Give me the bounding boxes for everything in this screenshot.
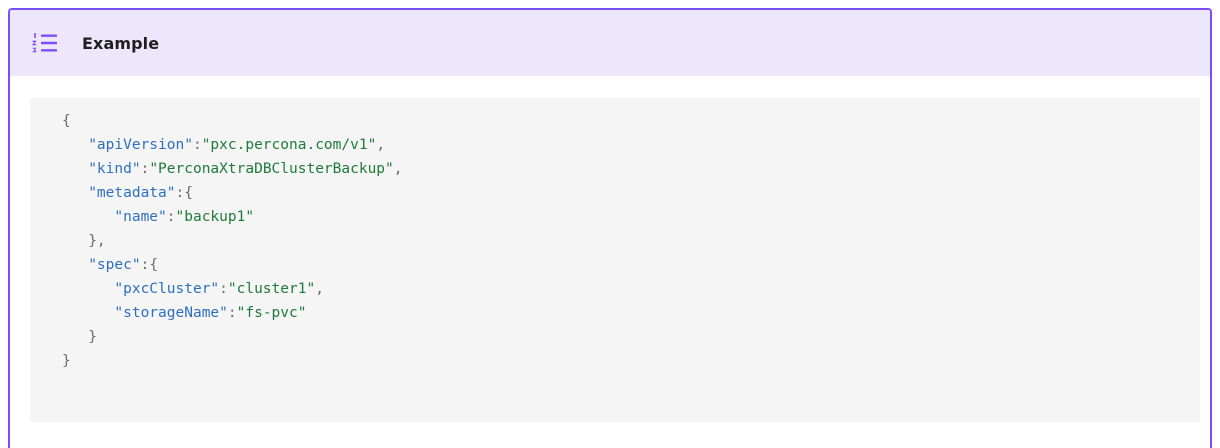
code-line: "metadata":{ [62, 181, 1200, 205]
json-punctuation: : [227, 305, 237, 321]
json-punctuation: : [166, 209, 176, 225]
admonition-title: Example [82, 33, 160, 53]
json-punctuation: } [62, 329, 97, 345]
json-key: "apiVersion" [88, 137, 193, 153]
json-punctuation [62, 305, 114, 321]
json-key: "name" [114, 209, 167, 225]
code-line: "name":"backup1" [62, 205, 1200, 229]
admonition-header: Example [10, 10, 1210, 76]
code-line: "storageName":"fs-pvc" [62, 301, 1200, 325]
json-punctuation [62, 257, 88, 273]
json-punctuation: } [62, 353, 71, 369]
json-key: "storageName" [114, 305, 228, 321]
json-punctuation: :{ [140, 257, 159, 273]
json-punctuation: { [62, 113, 71, 129]
code-block: { "apiVersion":"pxc.percona.com/v1", "ki… [30, 98, 1200, 422]
code-line: "spec":{ [62, 253, 1200, 277]
json-punctuation: , [376, 137, 386, 153]
json-punctuation [62, 281, 114, 297]
code-line: } [62, 325, 1200, 349]
json-punctuation: :{ [175, 185, 193, 201]
code-line: "apiVersion":"pxc.percona.com/v1", [62, 133, 1200, 157]
json-punctuation: , [315, 281, 324, 297]
code-line: }, [62, 229, 1200, 253]
json-punctuation: , [393, 161, 403, 177]
code-line: { [62, 109, 1200, 133]
json-punctuation [62, 185, 88, 201]
json-punctuation: : [192, 137, 202, 153]
json-key: "pxcCluster" [114, 281, 220, 297]
json-punctuation [62, 137, 88, 153]
json-key: "kind" [88, 161, 141, 177]
json-punctuation: : [219, 281, 228, 297]
json-string: "fs-pvc" [236, 305, 307, 321]
json-punctuation [62, 209, 114, 225]
code-line: "pxcCluster":"cluster1", [62, 277, 1200, 301]
json-punctuation [62, 161, 88, 177]
json-key: "spec" [88, 257, 141, 273]
json-string: "PerconaXtraDBClusterBackup" [149, 161, 394, 177]
example-admonition: Example { "apiVersion":"pxc.percona.com/… [8, 8, 1212, 448]
code-line: } [62, 349, 1200, 373]
numbered-list-icon [32, 28, 62, 58]
json-key: "metadata" [88, 185, 176, 201]
code-line: "kind":"PerconaXtraDBClusterBackup", [62, 157, 1200, 181]
json-punctuation: }, [62, 233, 106, 249]
json-string: "cluster1" [227, 281, 316, 297]
json-string: "backup1" [175, 209, 255, 225]
json-string: "pxc.percona.com/v1" [201, 137, 377, 153]
